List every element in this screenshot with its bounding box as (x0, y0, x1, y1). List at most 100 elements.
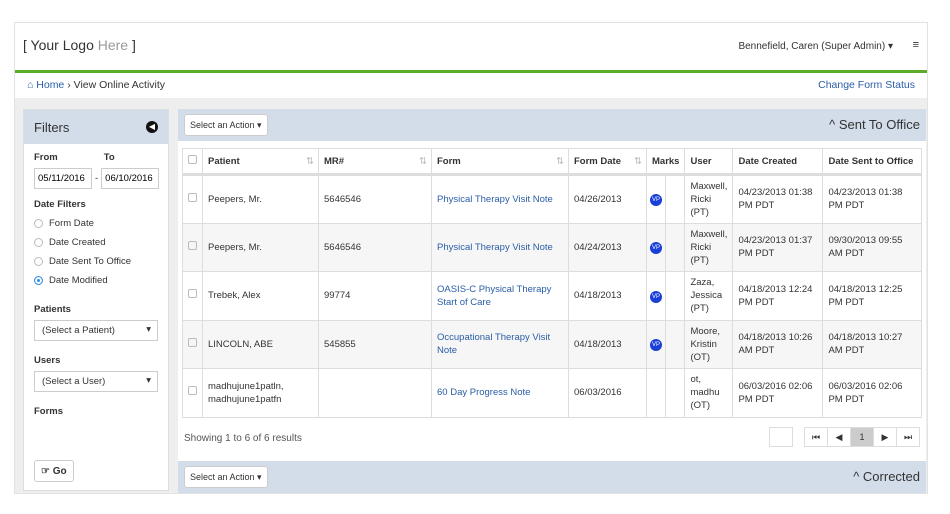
select-action-button[interactable]: Select an Action ▾ (184, 114, 268, 136)
mr-cell: 5646546 (318, 222, 432, 272)
col-patient[interactable]: Patient ⇅ (202, 148, 319, 176)
breadcrumb-current: View Online Activity (73, 79, 166, 91)
row-checkbox[interactable] (182, 368, 203, 418)
marks-cell: VP (645, 174, 667, 224)
chevron-up-icon: ^ (853, 469, 860, 484)
date-sent-cell: 09/30/2013 09:55 AM PDT (822, 222, 922, 272)
row-checkbox[interactable] (182, 271, 203, 321)
form-date-cell: 04/24/2013 (568, 222, 647, 272)
sort-icon: ⇅ (306, 155, 314, 167)
section-header-sent-to-office[interactable]: Select an Action ▾ ^ Sent To Office (178, 109, 926, 141)
col-mr[interactable]: MR# ⇅ (318, 148, 432, 176)
section-header-corrected[interactable]: Select an Action ▾ ^ Corrected (178, 461, 926, 493)
from-date-input[interactable] (34, 168, 92, 189)
marks-cell: VP (645, 222, 667, 272)
form-date-cell: 06/03/2016 (568, 368, 647, 418)
chevron-up-icon: ^ (829, 117, 836, 132)
filters-panel: Filters◀ FromTo - Date Filters Form Date… (23, 109, 169, 491)
date-created-cell: 04/23/2013 01:38 PM PDT (732, 174, 824, 224)
table-row[interactable]: Peepers, Mr. 5646546 Physical Therapy Vi… (182, 174, 922, 224)
radio-label: Date Modified (49, 275, 108, 286)
select-all-checkbox[interactable] (182, 148, 203, 176)
prev-page-icon[interactable]: ◀ (827, 426, 851, 447)
table-row[interactable]: LINCOLN, ABE 545855 Occupational Therapy… (182, 319, 922, 369)
radio-date-created[interactable]: Date Created (34, 237, 158, 248)
table-row[interactable]: Peepers, Mr. 5646546 Physical Therapy Vi… (182, 222, 922, 272)
row-checkbox[interactable] (182, 222, 203, 272)
form-date-cell: 04/26/2013 (568, 174, 647, 224)
user-name: Bennefield, Caren (Super Admin) (738, 41, 886, 52)
home-label: Home (36, 79, 65, 91)
user-cell: Moore, Kristin (OT) (684, 319, 734, 369)
header: [ Your Logo Here ] Bennefield, Caren (Su… (15, 23, 927, 73)
go-button[interactable]: ☞ Go (34, 460, 74, 482)
date-sent-cell: 04/23/2013 01:38 PM PDT (822, 174, 922, 224)
radio-icon (34, 219, 43, 228)
form-date-cell: 04/18/2013 (568, 271, 647, 321)
table-row[interactable]: madhujune1patln, madhujune1patfn 60 Day … (182, 368, 922, 418)
col-date-created[interactable]: Date Created (732, 148, 824, 176)
user-cell: Zaza, Jessica (PT) (684, 271, 734, 321)
hand-pointer-icon: ☞ (41, 466, 50, 477)
breadcrumb-home[interactable]: ⌂ Home (27, 79, 64, 91)
results-summary: Showing 1 to 6 of 6 results (184, 432, 302, 444)
col-user[interactable]: User (684, 148, 734, 176)
sort-icon: ⇅ (419, 155, 427, 167)
sort-icon: ⇅ (634, 155, 642, 167)
date-created-cell: 06/03/2016 02:06 PM PDT (732, 368, 824, 418)
date-created-cell: 04/18/2013 10:26 AM PDT (732, 319, 824, 369)
table-row[interactable]: Trebek, Alex 99774 OASIS-C Physical Ther… (182, 271, 922, 321)
page-size-box[interactable] (769, 426, 793, 447)
date-sent-cell: 04/18/2013 12:25 PM PDT (822, 271, 922, 321)
last-page-icon[interactable]: ⏭ (896, 426, 920, 447)
filters-title: Filters (34, 120, 70, 135)
form-link[interactable]: 60 Day Progress Note (437, 387, 530, 398)
mr-cell: 545855 (318, 319, 432, 369)
vp-badge-icon: VP (650, 339, 662, 352)
go-label: Go (52, 466, 67, 477)
patient-cell: Peepers, Mr. (202, 174, 319, 224)
row-checkbox[interactable] (182, 319, 203, 369)
users-label: Users (34, 355, 61, 366)
form-link[interactable]: Occupational Therapy Visit Note (437, 332, 550, 356)
logo[interactable]: [ Your Logo Here ] (23, 37, 136, 53)
page-1-button[interactable]: 1 (850, 426, 874, 447)
form-link[interactable]: Physical Therapy Visit Note (437, 194, 553, 205)
logo-subtext: Here (97, 37, 129, 53)
vp-badge-icon: VP (650, 290, 662, 303)
form-date-cell: 04/18/2013 (568, 319, 647, 369)
select-action-button-2[interactable]: Select an Action ▾ (184, 466, 268, 488)
patient-cell: Peepers, Mr. (202, 222, 319, 272)
row-checkbox[interactable] (182, 174, 203, 224)
section-title: Corrected (862, 469, 920, 484)
radio-date-modified[interactable]: Date Modified (34, 275, 158, 286)
breadcrumb-separator: › (67, 79, 71, 91)
col-form[interactable]: Form ⇅ (431, 148, 569, 176)
form-link[interactable]: OASIS-C Physical Therapy Start of Care (437, 284, 551, 308)
patient-select[interactable]: (Select a Patient) (34, 320, 158, 341)
user-menu[interactable]: Bennefield, Caren (Super Admin) ▾ (738, 41, 893, 52)
to-date-input[interactable] (101, 168, 160, 189)
collapse-filters-icon[interactable]: ◀ (146, 121, 158, 133)
patient-cell: LINCOLN, ABE (202, 319, 319, 369)
col-date-sent[interactable]: Date Sent to Office (822, 148, 922, 176)
marks-extra-cell (665, 319, 686, 369)
first-page-icon[interactable]: ⏮ (804, 426, 828, 447)
next-page-icon[interactable]: ▶ (873, 426, 897, 447)
hamburger-menu-icon[interactable]: ≡ (913, 39, 919, 51)
patient-cell: Trebek, Alex (202, 271, 319, 321)
radio-form-date[interactable]: Form Date (34, 218, 158, 229)
form-cell: Physical Therapy Visit Note (431, 174, 569, 224)
section-title: Sent To Office (838, 117, 920, 132)
form-cell: Occupational Therapy Visit Note (431, 319, 569, 369)
action-label: Select an Action (190, 472, 255, 482)
form-link[interactable]: Physical Therapy Visit Note (437, 242, 553, 253)
user-select[interactable]: (Select a User) (34, 371, 158, 392)
radio-date-sent[interactable]: Date Sent To Office (34, 256, 158, 267)
col-form-date[interactable]: Form Date ⇅ (568, 148, 647, 176)
change-form-status-link[interactable]: Change Form Status (818, 79, 915, 91)
date-sent-cell: 06/03/2016 02:06 PM PDT (822, 368, 922, 418)
date-sent-cell: 04/18/2013 10:27 AM PDT (822, 319, 922, 369)
marks-extra-cell (665, 222, 686, 272)
app-window: [ Your Logo Here ] Bennefield, Caren (Su… (14, 22, 928, 494)
